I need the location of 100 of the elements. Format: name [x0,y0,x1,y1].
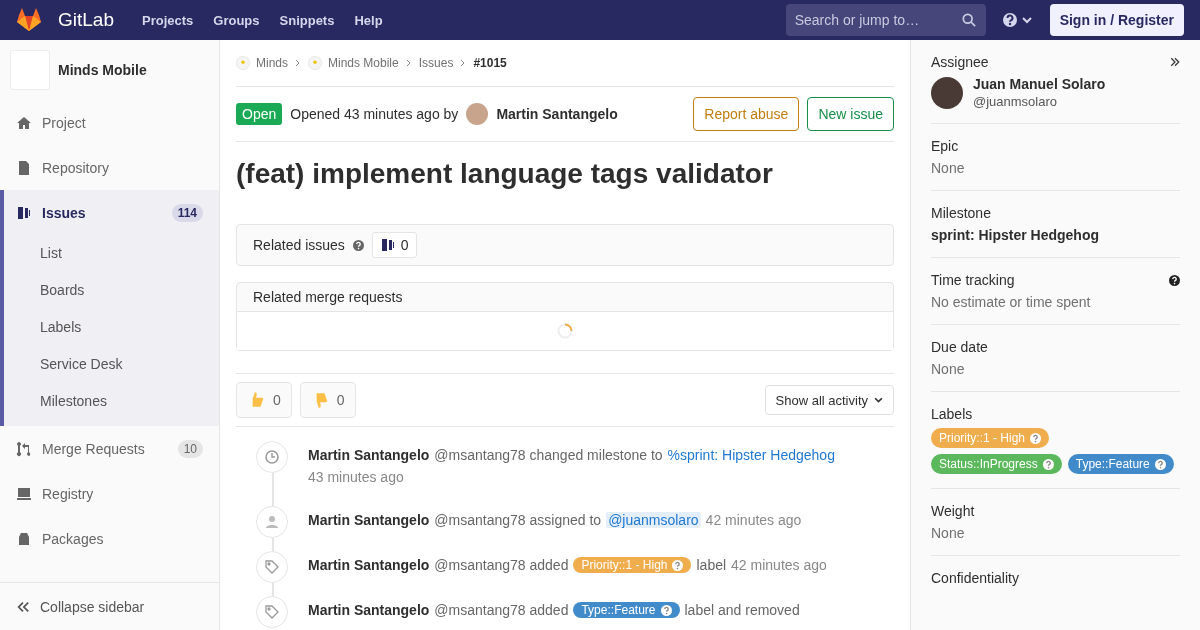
emoji-award-button[interactable]: 0 [236,382,292,418]
label-tag[interactable]: Type::Feature [1067,454,1174,474]
assignee-avatar [931,76,963,109]
sidebar-subitem[interactable]: Service Desk [4,346,219,383]
block-title: Assignee [931,54,989,70]
sidebar-item[interactable]: Project [0,100,219,145]
nav-link[interactable]: Snippets [279,12,335,28]
block-value: None [931,160,965,176]
collapse-icon [16,599,30,614]
chevron-icon [294,59,302,67]
issues-icon [379,237,396,253]
author-name[interactable]: Martin Santangelo [308,447,430,463]
event-text: @msantang78 assigned to [434,512,602,528]
milestone-link[interactable]: %sprint: Hipster Hedgehog [667,447,835,463]
author-name[interactable]: Martin Santangelo [308,602,430,618]
issue-title: (feat) implement language tags validator [236,158,774,190]
block-title: Confidentiality [931,570,1019,586]
issue-count[interactable]: 0 [371,232,417,258]
breadcrumb-link[interactable]: Issues [418,56,454,70]
help-icon [352,239,364,251]
help-icon [672,559,684,571]
bulb-icon [236,56,250,70]
user-icon [264,514,280,530]
user-mention[interactable]: @juanmsolaro [606,512,701,528]
search-icon [961,13,976,27]
event-time: 42 minutes ago [705,512,802,528]
label-tag[interactable]: Type::Feature [573,602,680,618]
sidebar-item[interactable]: Issues 114 [0,190,219,235]
block-title: Milestone [931,205,991,221]
assignee-name[interactable]: Juan Manuel Solaro [973,76,1106,92]
author-name[interactable]: Martin Santangelo [308,557,430,573]
sign-in-button[interactable]: Sign in / Register [1049,4,1184,36]
event-text: label and removed [684,602,800,618]
breadcrumb-link[interactable]: Minds [256,56,288,70]
sidebar-subitem[interactable]: Labels [4,309,219,346]
event-text: @msantang78 added [434,602,569,618]
sidebar-subitem[interactable]: Milestones [4,383,219,420]
nav-link[interactable]: Groups [213,12,260,28]
search-field[interactable]: Search or jump to… [785,4,986,36]
card-title: Related merge requests [253,289,403,305]
block-title: Weight [931,503,975,519]
block-title: Epic [931,138,959,154]
clock-icon [264,449,280,465]
opened-text: Opened 43 minutes ago by [290,106,459,122]
block-value: None [931,525,965,541]
registry-icon [16,485,32,502]
block-value: None [931,361,965,377]
event-text: @msantang78 added [434,557,569,573]
package-icon [16,530,32,547]
count-badge: 114 [171,203,203,222]
block-value: No estimate or time spent [931,294,1091,310]
sidebar-item[interactable]: Repository [0,145,219,190]
chevron-icon [404,59,413,67]
caret-icon [874,395,883,405]
assignee-username: @juanmsolaro [973,94,1058,109]
tag-icon [264,604,280,620]
block-title: Time tracking [931,272,1015,288]
author-avatar [466,103,489,125]
help-dropdown-icon[interactable] [1001,12,1034,28]
new-issue-button[interactable]: New issue [807,97,894,131]
nav-link[interactable]: Projects [142,12,194,28]
brand-name[interactable]: GitLab [58,9,114,31]
help-icon [1042,458,1054,470]
project-name[interactable]: Minds Mobile [58,62,147,78]
event-text: label [696,557,727,573]
fox-logo [16,8,42,32]
event-time: 42 minutes ago [731,557,827,573]
merge-request-icon [16,440,32,457]
event-time: 43 minutes ago [308,469,404,485]
sidebar-subitem[interactable]: List [4,235,219,272]
bulb-icon [308,56,322,70]
count-badge: 10 [177,439,203,458]
sidebar-item[interactable]: Packages [0,516,219,561]
report-button[interactable]: Report abuse [693,97,800,131]
event-text: @msantang78 changed milestone to [434,447,663,463]
expand-icon[interactable] [1170,57,1180,67]
block-title: Due date [931,339,988,355]
milestone-value[interactable]: sprint: Hipster Hedgehog [931,227,1099,243]
collapse-sidebar-link[interactable]: Collapse sidebar [0,582,219,630]
loading-spinner [557,323,573,339]
sidebar-subitem[interactable]: Boards [4,272,219,309]
home-icon [16,114,32,131]
document-icon [16,159,32,176]
block-title: Labels [931,406,973,422]
activity-filter-dropdown[interactable]: Show all activity [764,385,894,415]
author-name[interactable]: Martin Santangelo [496,106,618,122]
emoji-award-button[interactable]: 0 [299,382,356,418]
help-icon [660,604,672,616]
sidebar-item[interactable]: Registry [0,471,219,516]
card-title: Related issues [253,237,345,253]
author-name[interactable]: Martin Santangelo [308,512,430,528]
nav-link[interactable]: Help [354,12,383,28]
help-icon [1154,458,1166,470]
sidebar-item[interactable]: Merge Requests 10 [0,426,219,471]
tag-icon [264,559,280,575]
help-icon [1030,432,1042,444]
status-badge: Open [236,103,283,125]
breadcrumb-link[interactable]: #1015 [473,56,507,70]
breadcrumb-link[interactable]: Minds Mobile [328,56,399,70]
issues-icon [16,204,32,221]
